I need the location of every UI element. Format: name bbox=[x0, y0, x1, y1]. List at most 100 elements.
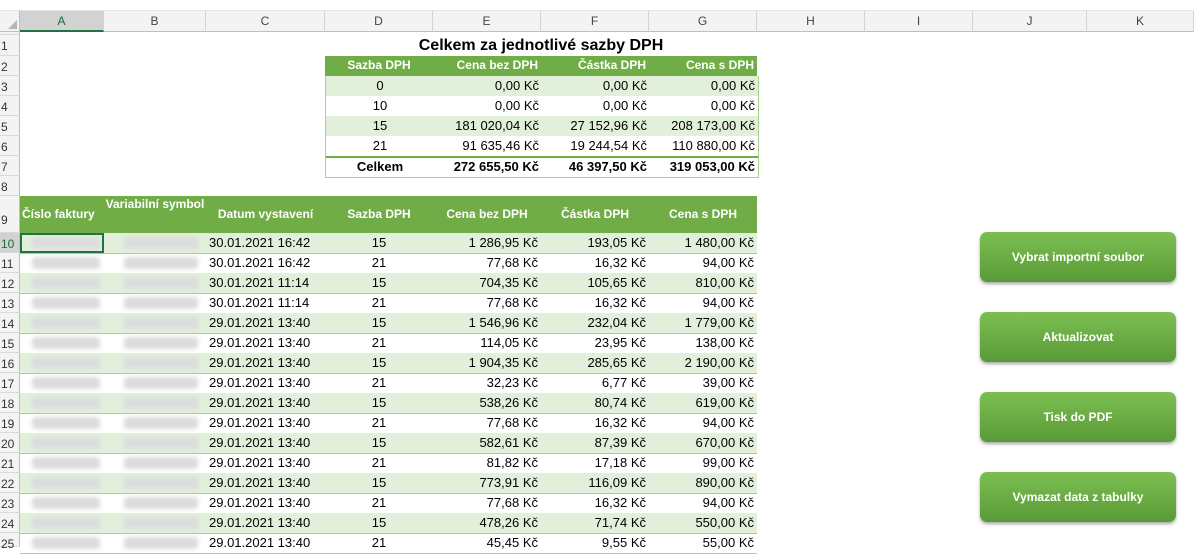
variable-symbol-redacted[interactable] bbox=[124, 417, 198, 429]
table-cell[interactable]: 30.01.2021 11:14 bbox=[206, 273, 325, 293]
table-cell[interactable]: 80,74 Kč bbox=[541, 393, 649, 413]
variable-symbol-redacted[interactable] bbox=[124, 357, 198, 369]
row-header-17[interactable]: 17 bbox=[0, 373, 20, 393]
table-cell[interactable]: 87,39 Kč bbox=[541, 433, 649, 453]
table-cell[interactable]: 29.01.2021 13:40 bbox=[206, 393, 325, 413]
table-cell[interactable]: 71,74 Kč bbox=[541, 513, 649, 533]
table-cell[interactable]: 6,77 Kč bbox=[541, 373, 649, 393]
summary-row-cell[interactable]: 10 bbox=[326, 96, 434, 116]
table-cell[interactable]: 94,00 Kč bbox=[649, 293, 757, 313]
table-cell[interactable]: 114,05 Kč bbox=[433, 333, 541, 353]
summary-total-row-cell[interactable]: 46 397,50 Kč bbox=[542, 157, 650, 177]
table-cell[interactable]: 29.01.2021 13:40 bbox=[206, 473, 325, 493]
invoice-number-redacted[interactable] bbox=[32, 417, 100, 429]
table-cell[interactable]: 670,00 Kč bbox=[649, 433, 757, 453]
table-cell[interactable]: 16,32 Kč bbox=[541, 253, 649, 273]
row-header-12[interactable]: 12 bbox=[0, 273, 20, 293]
table-header-cell[interactable]: Číslo faktury bbox=[20, 196, 104, 233]
row-header-18[interactable]: 18 bbox=[0, 393, 20, 413]
table-cell[interactable]: 21 bbox=[325, 493, 433, 513]
table-cell[interactable]: 232,04 Kč bbox=[541, 313, 649, 333]
invoice-number-redacted[interactable] bbox=[32, 257, 100, 269]
table-cell[interactable]: 15 bbox=[325, 353, 433, 373]
row-header-25[interactable]: 25 bbox=[0, 533, 20, 551]
variable-symbol-redacted[interactable] bbox=[124, 237, 198, 249]
table-cell[interactable]: 1 480,00 Kč bbox=[649, 233, 757, 253]
table-cell[interactable]: 94,00 Kč bbox=[649, 253, 757, 273]
table-cell[interactable]: 94,00 Kč bbox=[649, 493, 757, 513]
row-header-8[interactable]: 8 bbox=[0, 176, 20, 196]
table-cell[interactable]: 105,65 Kč bbox=[541, 273, 649, 293]
variable-symbol-redacted[interactable] bbox=[124, 437, 198, 449]
variable-symbol-redacted[interactable] bbox=[124, 457, 198, 469]
summary-row-cell[interactable]: 27 152,96 Kč bbox=[542, 116, 650, 136]
row-header-13[interactable]: 13 bbox=[0, 293, 20, 313]
table-cell[interactable]: 29.01.2021 13:40 bbox=[206, 513, 325, 533]
table-cell[interactable]: 30.01.2021 11:14 bbox=[206, 293, 325, 313]
invoice-number-redacted[interactable] bbox=[32, 357, 100, 369]
table-cell[interactable]: 619,00 Kč bbox=[649, 393, 757, 413]
table-cell[interactable]: 550,00 Kč bbox=[649, 513, 757, 533]
row-header-2[interactable]: 2 bbox=[0, 56, 20, 76]
column-header-c[interactable]: C bbox=[206, 11, 325, 32]
row-header-6[interactable]: 6 bbox=[0, 136, 20, 156]
summary-row-cell[interactable]: 181 020,04 Kč bbox=[434, 116, 542, 136]
refresh-button[interactable]: Aktualizovat bbox=[980, 312, 1176, 362]
table-cell[interactable]: 15 bbox=[325, 393, 433, 413]
summary-row-cell[interactable]: 15 bbox=[326, 116, 434, 136]
table-cell[interactable]: 30.01.2021 16:42 bbox=[206, 253, 325, 273]
table-header-cell[interactable]: Datum vystavení bbox=[206, 196, 325, 233]
summary-row-cell[interactable]: 110 880,00 Kč bbox=[650, 136, 758, 156]
table-cell[interactable]: 1 904,35 Kč bbox=[433, 353, 541, 373]
row-header-4[interactable]: 4 bbox=[0, 96, 20, 116]
variable-symbol-redacted[interactable] bbox=[124, 497, 198, 509]
table-cell[interactable]: 45,45 Kč bbox=[433, 533, 541, 553]
table-cell[interactable]: 116,09 Kč bbox=[541, 473, 649, 493]
summary-total-row-cell[interactable]: Celkem bbox=[326, 157, 434, 177]
column-header-k[interactable]: K bbox=[1087, 11, 1194, 32]
table-cell[interactable]: 55,00 Kč bbox=[649, 533, 757, 553]
table-cell[interactable]: 21 bbox=[325, 373, 433, 393]
row-header-3[interactable]: 3 bbox=[0, 76, 20, 96]
table-cell[interactable]: 773,91 Kč bbox=[433, 473, 541, 493]
invoice-number-redacted[interactable] bbox=[32, 297, 100, 309]
column-header-b[interactable]: B bbox=[104, 11, 206, 32]
column-header-a[interactable]: A bbox=[20, 11, 104, 32]
variable-symbol-redacted[interactable] bbox=[124, 337, 198, 349]
select-all-corner[interactable] bbox=[0, 11, 20, 32]
column-header-j[interactable]: J bbox=[973, 11, 1087, 32]
summary-row-cell[interactable]: 208 173,00 Kč bbox=[650, 116, 758, 136]
variable-symbol-redacted[interactable] bbox=[124, 317, 198, 329]
table-cell[interactable]: 29.01.2021 13:40 bbox=[206, 533, 325, 553]
table-cell[interactable]: 21 bbox=[325, 533, 433, 553]
table-cell[interactable]: 890,00 Kč bbox=[649, 473, 757, 493]
row-header-24[interactable]: 24 bbox=[0, 513, 20, 533]
row-header-19[interactable]: 19 bbox=[0, 413, 20, 433]
table-cell[interactable]: 39,00 Kč bbox=[649, 373, 757, 393]
table-cell[interactable]: 15 bbox=[325, 233, 433, 253]
column-header-f[interactable]: F bbox=[541, 11, 649, 32]
table-cell[interactable]: 29.01.2021 13:40 bbox=[206, 453, 325, 473]
table-cell[interactable]: 810,00 Kč bbox=[649, 273, 757, 293]
table-cell[interactable]: 81,82 Kč bbox=[433, 453, 541, 473]
table-cell[interactable]: 29.01.2021 13:40 bbox=[206, 333, 325, 353]
table-cell[interactable]: 77,68 Kč bbox=[433, 413, 541, 433]
table-cell[interactable]: 15 bbox=[325, 313, 433, 333]
table-cell[interactable]: 16,32 Kč bbox=[541, 493, 649, 513]
table-cell[interactable]: 15 bbox=[325, 273, 433, 293]
table-cell[interactable]: 15 bbox=[325, 473, 433, 493]
clear-table-button[interactable]: Vymazat data z tabulky bbox=[980, 472, 1176, 522]
invoice-number-redacted[interactable] bbox=[32, 317, 100, 329]
invoice-number-redacted[interactable] bbox=[32, 457, 100, 469]
row-header-7[interactable]: 7 bbox=[0, 156, 20, 176]
row-header-15[interactable]: 15 bbox=[0, 333, 20, 353]
invoice-number-redacted[interactable] bbox=[32, 437, 100, 449]
summary-header-row-cell[interactable]: Částka DPH bbox=[541, 56, 649, 76]
summary-total-row-cell[interactable]: 319 053,00 Kč bbox=[650, 157, 758, 177]
table-cell[interactable]: 21 bbox=[325, 253, 433, 273]
row-header-16[interactable]: 16 bbox=[0, 353, 20, 373]
table-header-cell[interactable]: Částka DPH bbox=[541, 196, 649, 233]
row-header-14[interactable]: 14 bbox=[0, 313, 20, 333]
table-cell[interactable]: 9,55 Kč bbox=[541, 533, 649, 553]
table-cell[interactable]: 32,23 Kč bbox=[433, 373, 541, 393]
